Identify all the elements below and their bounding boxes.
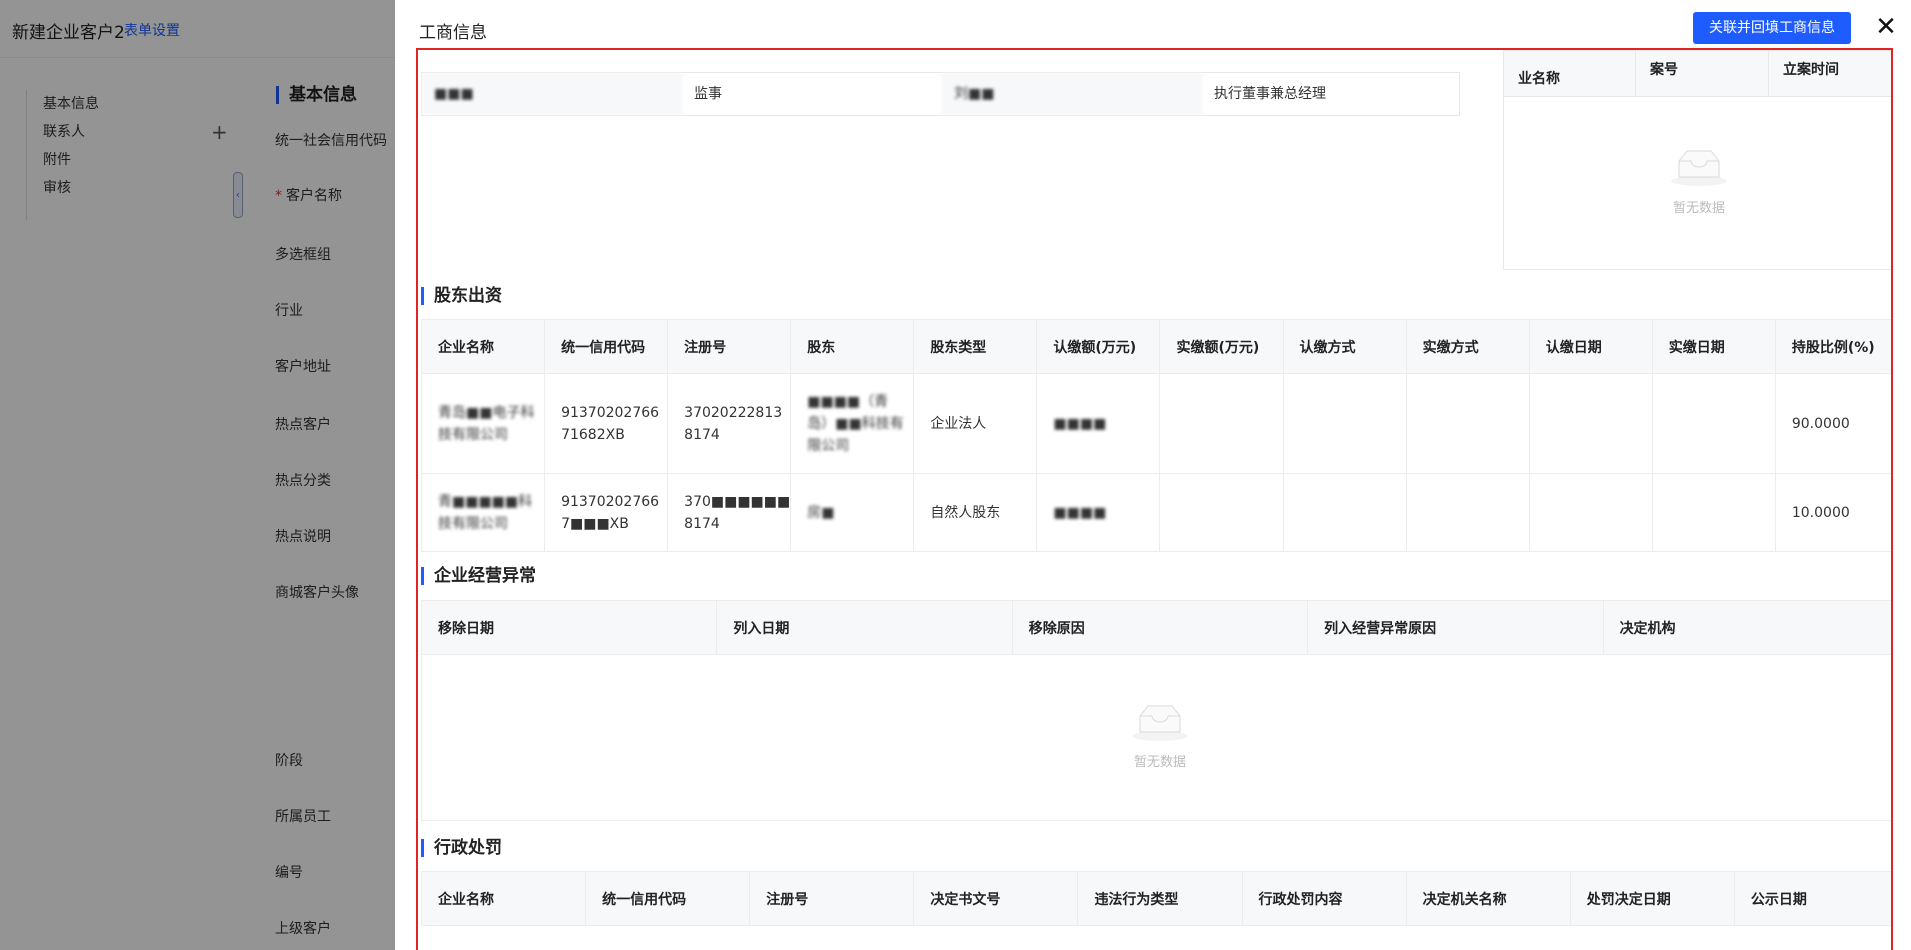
column-header: 公示日期 [1733,871,1891,926]
empty-row: 暂无数据 [421,654,1891,821]
column-header: 列入经营异常原因 [1307,600,1604,655]
column-header: 实缴额(万元) [1159,319,1284,374]
table-cell: 90.0000 [1774,373,1891,474]
abnormal-table: 移除日期 列入日期 移除原因 列入经营异常原因 决定机构 暂无数据 [420,600,1891,821]
table-cell [1282,373,1407,474]
table-cell [1651,373,1776,474]
column-header: 持股比例(%) [1774,319,1891,374]
table-cell: 自然人股东 [913,473,1038,552]
table-cell: 企业法人 [913,373,1038,474]
table-row: 青岛■■电子科技有限公司 91370202766 71682XB 3702022… [420,373,1891,474]
table-cell: 91370202766 7■■■XB [544,473,669,552]
highlight-frame: ■■■ 监事 刘■■ 执行董事兼总经理 业名称 案号 立案时间 暂无数据 股东出… [416,48,1893,950]
table-cell: 370■■■■■■ 8174 [667,473,792,552]
member-name-cell: ■■■ [422,73,682,115]
empty-inbox-icon [1130,702,1190,742]
link-and-fill-button[interactable]: 关联并回填工商信息 [1693,12,1851,44]
column-header: 移除原因 [1011,600,1309,655]
column-header: 企业名称 [420,319,546,374]
table-cell [1282,473,1407,552]
penalty-table: 企业名称 统一信用代码 注册号 决定书文号 违法行为类型 行政处罚内容 决定机关… [420,871,1891,926]
table-cell: 青■■■■■科技有限公司 [420,473,546,552]
column-header: 企业名称 [420,871,587,926]
column-header: 决定书文号 [913,871,1079,926]
table-cell [1159,473,1284,552]
column-header: 实缴日期 [1651,319,1776,374]
shareholders-table: 企业名称 统一信用代码 注册号 股东 股东类型 认缴额(万元) 实缴额(万元) … [420,319,1891,552]
table-cell [1528,373,1653,474]
table-header-row: 移除日期 列入日期 移除原因 列入经营异常原因 决定机构 [420,600,1891,655]
column-header: 业名称 [1504,51,1636,96]
table-cell: ■■■■ [1036,473,1161,552]
empty-inbox-icon [1669,147,1729,187]
table-cell: 10.0000 [1774,473,1891,552]
member-role-cell: 监事 [694,86,722,102]
table-cell: 37020222813 8174 [667,373,792,474]
table-cell: ■■■■ [1036,373,1161,474]
empty-text: 暂无数据 [1672,201,1725,216]
section-title-shareholders: 股东出资 [421,287,502,305]
close-icon[interactable]: ✕ [1873,14,1899,40]
column-header: 认缴日期 [1528,319,1653,374]
table-cell [1405,473,1530,552]
column-header: 案号 [1636,51,1769,96]
column-header: 统一信用代码 [585,871,751,926]
column-header: 立案时间 [1783,62,1839,78]
column-header: 违法行为类型 [1077,871,1243,926]
column-header: 股东类型 [913,319,1038,374]
column-header: 处罚决定日期 [1569,871,1735,926]
table-cell [1528,473,1653,552]
table-header-row: 企业名称 统一信用代码 注册号 股东 股东类型 认缴额(万元) 实缴额(万元) … [420,319,1891,374]
table-cell: 91370202766 71682XB [544,373,669,474]
column-header: 移除日期 [420,600,718,655]
table-row: 青■■■■■科技有限公司 91370202766 7■■■XB 370■■■■■… [420,473,1891,552]
empty-text: 暂无数据 [1133,754,1186,770]
member-name-cell: 刘■■ [942,73,1202,115]
business-info-drawer: 工商信息 关联并回填工商信息 ✕ ■■■ 监事 刘■■ 执行董事兼总经理 业名称… [395,0,1911,950]
table-cell: ■■■■（青岛）■■科技有限公司 [790,373,915,474]
empty-state: 暂无数据 [1669,147,1729,216]
table-cell: 房■ [790,473,915,552]
table-cell [1651,473,1776,552]
table-cell [1405,373,1530,474]
column-header: 认缴方式 [1282,319,1407,374]
column-header: 注册号 [749,871,915,926]
column-header: 注册号 [667,319,792,374]
litigation-table: 业名称 案号 立案时间 暂无数据 [1503,50,1891,270]
column-header: 决定机构 [1602,600,1891,655]
column-header: 行政处罚内容 [1241,871,1407,926]
member-role-cell: 执行董事兼总经理 [1214,86,1326,102]
table-header-row: 企业名称 统一信用代码 注册号 决定书文号 违法行为类型 行政处罚内容 决定机关… [420,871,1891,926]
drawer-title: 工商信息 [419,23,487,43]
section-title-penalty: 行政处罚 [421,839,502,857]
litigation-table-header: 业名称 案号 立案时间 [1504,51,1891,97]
key-member-row: ■■■ 监事 刘■■ 执行董事兼总经理 [421,72,1460,116]
empty-cell: 暂无数据 [421,654,1891,821]
table-cell [1159,373,1284,474]
column-header: 列入日期 [716,600,1013,655]
section-title-abnormal: 企业经营异常 [421,567,536,585]
column-header: 统一信用代码 [544,319,669,374]
column-header: 认缴额(万元) [1036,319,1161,374]
column-header: 股东 [790,319,915,374]
column-header: 决定机关名称 [1405,871,1571,926]
table-cell: 青岛■■电子科技有限公司 [420,373,546,474]
column-header: 实缴方式 [1405,319,1530,374]
